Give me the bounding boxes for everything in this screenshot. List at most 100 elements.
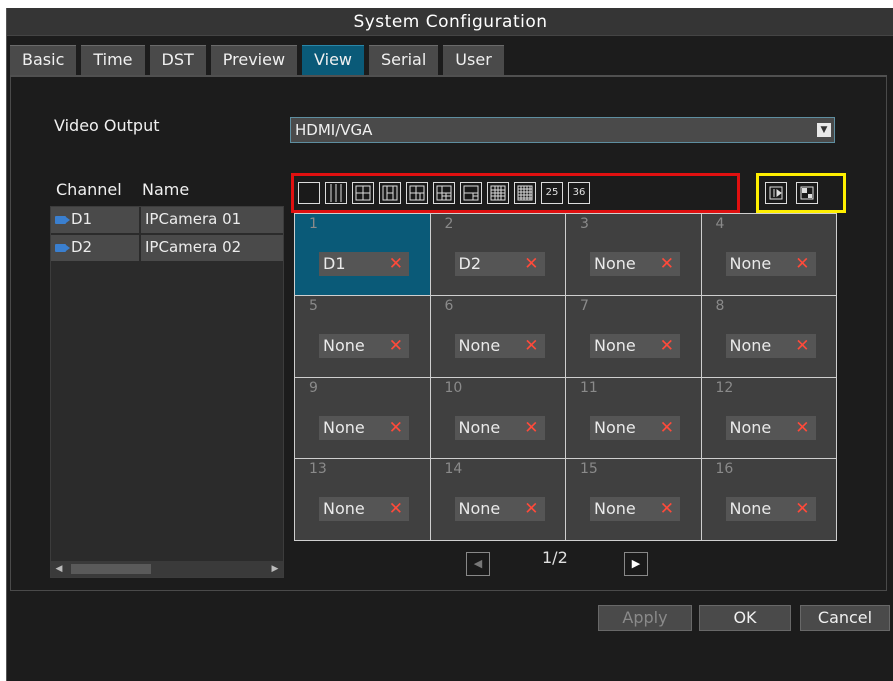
grid-cell[interactable]: 14 None ✕ [430, 459, 566, 541]
remove-icon[interactable]: ✕ [660, 497, 674, 521]
layout-9-grid-a-icon[interactable] [433, 182, 455, 204]
grid-cell[interactable]: 6 None ✕ [430, 295, 566, 378]
scroll-left-icon[interactable]: ◀ [53, 563, 65, 575]
camera-icon [55, 244, 70, 252]
grid-cell[interactable]: 3 None ✕ [566, 214, 702, 296]
page-indicator: 1/2 [542, 548, 568, 567]
grid-cell[interactable]: 1 D1 ✕ [295, 214, 431, 296]
tab-dst[interactable]: DST [149, 45, 206, 75]
cell-number: 2 [444, 216, 454, 232]
channel-id: D1 [71, 210, 93, 228]
remove-icon[interactable]: ✕ [524, 497, 538, 521]
cell-channel: None ✕ [590, 497, 680, 522]
tab-bar: Basic Time DST Preview View Serial User [10, 45, 509, 75]
cell-channel: D2 ✕ [454, 252, 545, 276]
mode-toolbar [756, 173, 846, 213]
remove-icon[interactable]: ✕ [660, 252, 674, 276]
scroll-right-icon[interactable]: ▶ [269, 563, 281, 575]
tab-view[interactable]: View [302, 45, 365, 75]
cell-channel: None ✕ [454, 415, 545, 440]
cell-channel-label: D2 [458, 254, 482, 273]
cell-channel: None ✕ [725, 252, 816, 276]
tab-preview[interactable]: Preview [210, 45, 298, 75]
pip-icon[interactable] [796, 182, 818, 204]
cell-number: 6 [444, 297, 454, 314]
remove-icon[interactable]: ✕ [660, 416, 674, 440]
grid-cell[interactable]: 11 None ✕ [566, 377, 702, 460]
cell-channel-label: None [729, 417, 772, 437]
remove-icon[interactable]: ✕ [660, 334, 674, 358]
cell-number: 3 [580, 216, 589, 232]
apply-button[interactable]: Apply [598, 605, 692, 631]
layout-25-icon[interactable]: 25 [541, 182, 563, 204]
channel-row[interactable]: D1 IPCamera 01 [51, 207, 283, 233]
cancel-button[interactable]: Cancel [800, 605, 890, 631]
grid-cell[interactable]: 8 None ✕ [701, 295, 837, 378]
video-output-select[interactable]: HDMI/VGA ▼ [290, 117, 835, 143]
channel-list: D1 IPCamera 01 D2 IPCamera 02 ◀ ▶ [50, 206, 284, 578]
scroll-thumb[interactable] [71, 564, 151, 574]
remove-icon[interactable]: ✕ [524, 252, 538, 276]
cell-number: 4 [715, 216, 725, 232]
layout-6-grid-icon[interactable] [379, 182, 401, 204]
grid-cell[interactable]: 12 None ✕ [701, 377, 837, 460]
ok-button[interactable]: OK [699, 605, 791, 631]
tab-user[interactable]: User [443, 45, 504, 75]
grid-cell[interactable]: 4 None ✕ [701, 214, 837, 296]
tab-serial[interactable]: Serial [369, 45, 439, 75]
layout-36-icon[interactable]: 36 [568, 182, 590, 204]
grid-cell[interactable]: 15 None ✕ [566, 459, 702, 541]
cell-channel: None ✕ [590, 415, 680, 440]
layout-16-grid-icon[interactable] [514, 182, 536, 204]
remove-icon[interactable]: ✕ [795, 252, 809, 276]
video-output-label: Video Output [54, 116, 160, 135]
grid-cell[interactable]: 13 None ✕ [295, 459, 431, 541]
remove-icon[interactable]: ✕ [795, 497, 809, 521]
sequence-icon[interactable] [765, 182, 787, 204]
cell-channel-label: None [594, 254, 636, 273]
grid-cell[interactable]: 7 None ✕ [566, 295, 702, 378]
cell-channel-label: None [458, 335, 501, 355]
remove-icon[interactable]: ✕ [524, 334, 538, 358]
grid-cell[interactable]: 9 None ✕ [295, 377, 431, 460]
cell-number: 14 [444, 461, 463, 478]
layout-9-grid-b-icon[interactable] [460, 182, 482, 204]
cell-number: 9 [309, 379, 318, 396]
layout-13-grid-icon[interactable] [487, 182, 509, 204]
layout-1-window-icon[interactable] [298, 182, 320, 204]
cell-channel: None ✕ [590, 333, 680, 358]
cell-channel-label: None [729, 254, 772, 273]
remove-icon[interactable]: ✕ [389, 497, 403, 521]
remove-icon[interactable]: ✕ [524, 416, 538, 440]
layout-8-grid-icon[interactable] [406, 182, 428, 204]
tab-time[interactable]: Time [81, 45, 145, 75]
previous-page-icon[interactable]: ◀ [466, 552, 490, 576]
horizontal-scrollbar[interactable]: ◀ ▶ [51, 561, 283, 577]
remove-icon[interactable]: ✕ [389, 252, 403, 276]
next-page-icon[interactable]: ▶ [624, 552, 648, 576]
layout-4-column-icon[interactable] [325, 182, 347, 204]
tab-basic[interactable]: Basic [10, 45, 77, 75]
layout-4-grid-icon[interactable] [352, 182, 374, 204]
name-column-header: Name [142, 180, 190, 199]
channel-row[interactable]: D2 IPCamera 02 [51, 235, 283, 261]
cell-number: 13 [309, 461, 327, 478]
remove-icon[interactable]: ✕ [795, 334, 809, 358]
cell-number: 16 [715, 461, 734, 478]
grid-cell[interactable]: 10 None ✕ [430, 377, 566, 460]
grid-cell[interactable]: 16 None ✕ [701, 459, 837, 541]
channel-id: D2 [71, 238, 93, 256]
grid-cell[interactable]: 2 D2 ✕ [430, 214, 566, 296]
cell-channel-label: None [594, 417, 636, 437]
cell-channel: D1 ✕ [319, 252, 409, 276]
remove-icon[interactable]: ✕ [389, 334, 403, 358]
channel-list-header: Channel Name [52, 180, 284, 204]
cell-channel: None ✕ [725, 415, 816, 440]
dropdown-arrow-icon[interactable]: ▼ [817, 123, 831, 137]
cell-channel: None ✕ [454, 497, 545, 522]
cell-number: 11 [580, 379, 598, 396]
remove-icon[interactable]: ✕ [795, 416, 809, 440]
grid-cell[interactable]: 5 None ✕ [295, 295, 431, 378]
cell-number: 1 [309, 216, 318, 232]
remove-icon[interactable]: ✕ [389, 416, 403, 440]
